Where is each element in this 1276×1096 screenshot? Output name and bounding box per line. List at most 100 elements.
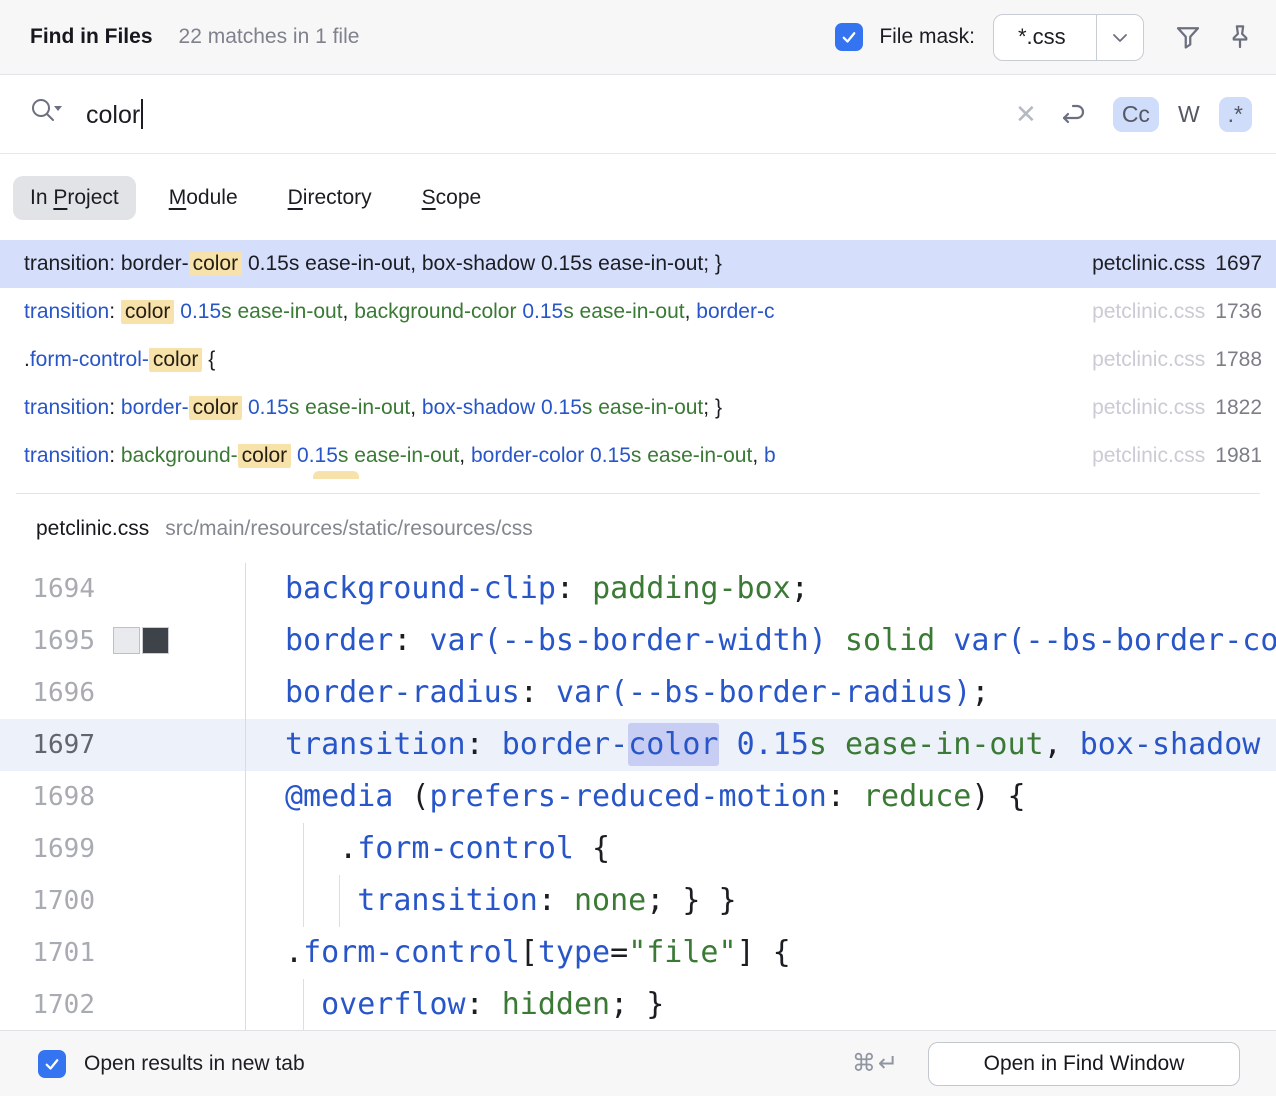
code-token: transition: border- <box>24 252 189 275</box>
file-mask-value[interactable]: *.css <box>994 15 1096 60</box>
gutter-divider <box>245 563 246 1030</box>
code-token: : <box>538 883 574 918</box>
code-token: border <box>285 623 393 658</box>
result-text: transition: color 0.15s ease-in-out, bac… <box>24 300 1080 324</box>
code-token: : <box>109 396 121 419</box>
code-token: , <box>1044 727 1080 762</box>
code-token: : <box>520 675 556 710</box>
code-token <box>285 883 357 918</box>
code-text: @media (prefers-reduced-motion: reduce) … <box>285 771 1026 823</box>
file-mask-combobox[interactable]: *.css <box>993 14 1144 61</box>
result-file-name: petclinic.css <box>1092 252 1205 275</box>
code-token: s ease-in-out <box>631 444 752 467</box>
code-token <box>827 623 845 658</box>
code-token: hidden <box>502 987 610 1022</box>
code-token: : <box>109 300 121 323</box>
code-token: : <box>466 727 502 762</box>
pin-button[interactable] <box>1220 17 1260 57</box>
file-mask-label: File mask: <box>879 25 975 49</box>
search-result-row[interactable]: transition: color 0.15s ease-in-out, bac… <box>0 288 1276 336</box>
code-text: border-radius: var(--bs-border-radius); <box>285 667 989 719</box>
whole-words-toggle[interactable]: W <box>1169 97 1209 132</box>
regex-toggle[interactable]: .* <box>1219 97 1252 132</box>
css-color-swatch-light[interactable] <box>113 627 140 654</box>
code-line[interactable]: 1702 overflow: hidden; } <box>0 979 1276 1030</box>
code-token: ] { <box>737 935 791 970</box>
code-token: 0.15 <box>590 444 631 467</box>
code-token: ; } <box>703 396 722 419</box>
code-token: transition <box>357 883 538 918</box>
code-token: reduce <box>863 779 971 814</box>
match-highlight: color <box>189 252 243 276</box>
scope-tab-directory[interactable]: Directory <box>271 176 389 220</box>
code-token: , <box>410 396 422 419</box>
scope-tab-module[interactable]: Module <box>152 176 255 220</box>
css-color-swatch-dark[interactable] <box>142 627 169 654</box>
line-number: 1702 <box>0 979 95 1030</box>
result-file-name: petclinic.css <box>1092 300 1205 323</box>
code-line[interactable]: 1695border: var(--bs-border-width) solid… <box>0 615 1276 667</box>
code-line[interactable]: 1701.form-control[type="file"] { <box>0 927 1276 979</box>
indent-guide <box>303 823 304 927</box>
code-token: , <box>752 444 764 467</box>
code-token: var(--bs-border-co <box>953 623 1276 658</box>
search-result-row[interactable]: transition: border-color 0.15s ease-in-o… <box>0 384 1276 432</box>
code-token: box-shadow <box>422 396 535 419</box>
code-line[interactable]: 1694 background-clip: padding-box; <box>0 563 1276 615</box>
code-preview-editor[interactable]: 1694 background-clip: padding-box; 1695 bor… <box>0 563 1276 1030</box>
line-number: 1701 <box>0 927 95 979</box>
code-token <box>935 623 953 658</box>
line-number: 1694 <box>0 563 95 615</box>
open-in-find-window-button[interactable]: Open in Find Window <box>928 1042 1240 1086</box>
code-line[interactable]: 1698@media (prefers-reduced-motion: redu… <box>0 771 1276 823</box>
insert-newline-button[interactable] <box>1055 95 1089 134</box>
dialog-header: Find in Files 22 matches in 1 file File … <box>0 0 1276 75</box>
indent-guide <box>339 875 340 927</box>
code-token: 0.15 <box>541 396 582 419</box>
file-mask-checkbox[interactable] <box>835 23 863 51</box>
code-token: b <box>764 444 776 467</box>
result-text: transition: background-color 0.15s ease-… <box>24 444 1080 468</box>
line-number: 1699 <box>0 823 95 875</box>
text-caret <box>141 99 143 129</box>
result-line-number: 1697 <box>1215 252 1262 275</box>
line-number: 1700 <box>0 875 95 927</box>
code-token: ease-in-out <box>845 727 1044 762</box>
code-line[interactable]: 1700 transition: none; } } <box>0 875 1276 927</box>
result-file-name: petclinic.css <box>1092 348 1205 371</box>
code-token: : <box>393 623 429 658</box>
clear-search-button[interactable]: ✕ <box>1007 99 1045 130</box>
code-token: none <box>574 883 646 918</box>
scope-tab-scope[interactable]: Scope <box>405 176 499 220</box>
search-result-row[interactable]: transition: border-color 0.15s ease-in-o… <box>0 240 1276 288</box>
code-line[interactable]: 1696border-radius: var(--bs-border-radiu… <box>0 667 1276 719</box>
code-token: s ease-in-out <box>563 300 684 323</box>
search-input[interactable]: color <box>86 99 143 130</box>
code-token: background- <box>121 444 238 467</box>
code-token: . <box>285 935 303 970</box>
open-results-label: Open results in new tab <box>84 1052 305 1076</box>
match-highlight: color <box>149 348 203 372</box>
code-token: , <box>685 300 697 323</box>
line-number: 1695 <box>0 615 95 667</box>
code-text: background-clip: padding-box; <box>285 563 809 615</box>
code-token: : <box>556 571 592 606</box>
code-line[interactable]: 1699 .form-control { <box>0 823 1276 875</box>
scope-tab-in-project[interactable]: In Project <box>13 176 136 220</box>
filter-button[interactable] <box>1168 17 1208 57</box>
match-case-toggle[interactable]: Cc <box>1113 97 1159 132</box>
open-results-checkbox[interactable] <box>38 1050 66 1078</box>
code-token: transition <box>285 727 466 762</box>
search-row: color ✕ Cc W .* <box>0 76 1276 154</box>
search-result-row[interactable]: .form-control-color {petclinic.css1788 <box>0 336 1276 384</box>
result-file-name: petclinic.css <box>1092 444 1205 467</box>
file-mask-dropdown-button[interactable] <box>1097 15 1143 60</box>
search-history-button[interactable] <box>28 95 64 134</box>
result-line-number: 1822 <box>1215 396 1262 419</box>
search-result-row[interactable]: transition: background-color 0.15s ease-… <box>0 432 1276 480</box>
code-line[interactable]: 1697transition: border-color 0.15s ease-… <box>0 719 1276 771</box>
result-location: petclinic.css 1697 <box>1092 252 1262 276</box>
code-token: border-radius <box>285 675 520 710</box>
code-token: 0.15 <box>737 727 809 762</box>
results-list: transition: border-color 0.15s ease-in-o… <box>0 240 1276 487</box>
